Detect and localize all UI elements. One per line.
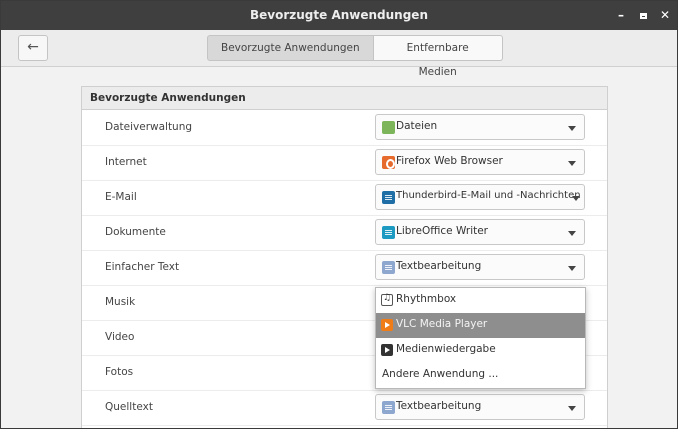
row-file-manager: Dateiverwaltung Dateien [82, 111, 607, 146]
row-email: E-Mail Thunderbird-E-Mail und -Nachricht… [82, 181, 607, 216]
folder-icon [382, 121, 395, 134]
select-value: Firefox Web Browser [396, 155, 503, 167]
maximize-icon [639, 13, 647, 19]
email-select[interactable]: Thunderbird-E-Mail und -Nachrichten [375, 184, 585, 210]
tab-preferred-applications[interactable]: Bevorzugte Anwendungen [207, 35, 374, 61]
back-button[interactable]: ← [18, 35, 48, 61]
source-code-select[interactable]: Textbearbeitung [375, 394, 585, 420]
row-internet: Internet Firefox Web Browser [82, 146, 607, 181]
menu-item-other-application[interactable]: Andere Anwendung ... [376, 363, 585, 388]
firefox-icon [382, 156, 395, 169]
app-window: Bevorzugte Anwendungen – ✕ ← Bevorzugte … [0, 0, 678, 429]
row-documents: Dokumente LibreOffice Writer [82, 216, 607, 251]
row-label: E-Mail [105, 191, 137, 203]
tab-switcher: Bevorzugte Anwendungen Entfernbare Medie… [207, 35, 503, 78]
select-value: Textbearbeitung [396, 260, 482, 272]
row-source-code: Quelltext Textbearbeitung [82, 391, 607, 426]
chevron-down-icon [568, 266, 576, 271]
row-plain-text: Einfacher Text Textbearbeitung [82, 251, 607, 286]
chevron-down-icon [568, 161, 576, 166]
select-value: Textbearbeitung [396, 400, 482, 412]
close-button[interactable]: ✕ [657, 7, 673, 23]
music-dropdown-menu: Rhythmbox VLC Media Player Medienwiederg… [375, 287, 586, 389]
libreoffice-writer-icon [382, 226, 395, 239]
plain-text-select[interactable]: Textbearbeitung [375, 254, 585, 280]
row-label: Internet [105, 156, 147, 168]
row-label: Musik [105, 296, 136, 308]
row-label: Einfacher Text [105, 261, 180, 273]
menu-item-media-player[interactable]: Medienwiedergabe [376, 338, 585, 363]
chevron-down-icon [568, 126, 576, 131]
text-editor-icon [382, 401, 395, 414]
row-label: Video [105, 331, 135, 343]
maximize-button[interactable] [635, 7, 651, 23]
window-title: Bevorzugte Anwendungen [250, 8, 428, 22]
vlc-icon [381, 319, 393, 331]
panel-header: Bevorzugte Anwendungen [82, 87, 607, 110]
row-label: Quelltext [105, 401, 153, 413]
chevron-down-icon [572, 196, 580, 201]
chevron-down-icon [568, 406, 576, 411]
row-label: Dateiverwaltung [105, 121, 193, 133]
title-bar: Bevorzugte Anwendungen – ✕ [1, 1, 677, 30]
toolbar: ← Bevorzugte Anwendungen Entfernbare Med… [1, 30, 677, 78]
tab-removable-media[interactable]: Entfernbare Medien [373, 35, 503, 78]
menu-item-label: Andere Anwendung ... [382, 368, 499, 380]
rhythmbox-icon [381, 293, 393, 306]
select-value: LibreOffice Writer [396, 225, 489, 237]
minimize-button[interactable]: – [613, 7, 629, 23]
menu-item-vlc[interactable]: VLC Media Player [376, 313, 585, 338]
menu-item-label: VLC Media Player [396, 318, 488, 330]
menu-item-label: Rhythmbox [396, 293, 457, 305]
thunderbird-icon [382, 191, 395, 204]
row-label: Dokumente [105, 226, 166, 238]
select-value: Thunderbird-E-Mail und -Nachrichten [396, 190, 581, 201]
chevron-down-icon [568, 231, 576, 236]
menu-item-label: Medienwiedergabe [396, 343, 496, 355]
select-value: Dateien [396, 120, 438, 132]
menu-item-rhythmbox[interactable]: Rhythmbox [376, 288, 585, 313]
file-manager-select[interactable]: Dateien [375, 114, 585, 140]
media-player-icon [381, 344, 393, 356]
documents-select[interactable]: LibreOffice Writer [375, 219, 585, 245]
internet-select[interactable]: Firefox Web Browser [375, 149, 585, 175]
text-editor-icon [382, 261, 395, 274]
row-label: Fotos [105, 366, 134, 378]
